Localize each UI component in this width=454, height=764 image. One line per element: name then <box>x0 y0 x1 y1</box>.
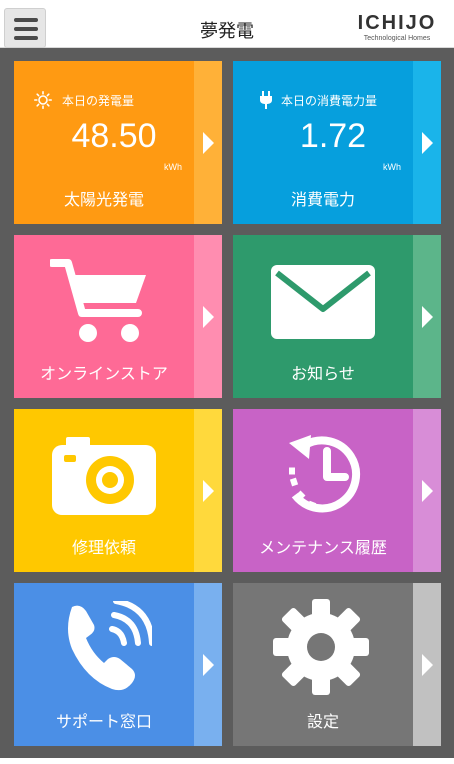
solar-strip <box>194 61 222 224</box>
repair-strip <box>194 409 222 572</box>
menu-icon <box>14 18 38 22</box>
plug-icon <box>260 91 272 109</box>
brand-name: ICHIJO <box>357 12 437 34</box>
solar-heading: 本日の発電量 <box>62 94 135 108</box>
solar-value: 48.50 <box>71 117 157 155</box>
app-header: 夢発電 ICHIJO Technological Homes <box>0 4 454 48</box>
chevron-right-icon <box>422 479 433 502</box>
tile-notifications[interactable]: お知らせ <box>233 235 441 398</box>
support-label: サポート窓口 <box>55 712 152 731</box>
consumption-label: 消費電力 <box>290 190 355 209</box>
tile-online-store[interactable]: オンラインストア <box>14 235 222 398</box>
news-label: お知らせ <box>291 364 355 383</box>
sun-icon <box>34 91 52 109</box>
consumption-unit: kWh <box>383 162 401 172</box>
solar-unit: kWh <box>164 162 182 172</box>
brand-tagline: Technological Homes <box>363 35 431 42</box>
mail-icon <box>271 265 375 339</box>
tile-power-consumption[interactable]: 本日の消費電力量 1.72 kWh 消費電力 <box>233 61 441 224</box>
cart-icon <box>50 259 146 342</box>
settings-label: 設定 <box>306 712 339 731</box>
history-label: メンテナンス履歴 <box>259 538 387 557</box>
settings-strip <box>413 583 441 746</box>
consumption-heading: 本日の消費電力量 <box>281 94 378 108</box>
consumption-strip <box>413 61 441 224</box>
tile-settings[interactable]: 設定 <box>233 583 441 746</box>
phone-icon <box>68 601 152 691</box>
camera-icon <box>52 437 156 515</box>
solar-label: 太陽光発電 <box>63 190 144 209</box>
chevron-right-icon <box>422 305 433 328</box>
support-strip <box>194 583 222 746</box>
consumption-value: 1.72 <box>299 117 367 155</box>
chevron-right-icon <box>203 131 214 154</box>
repair-label: 修理依頼 <box>71 538 136 557</box>
brand-logo: ICHIJO Technological Homes <box>352 12 442 43</box>
tile-maintenance-history[interactable]: メンテナンス履歴 <box>233 409 441 572</box>
chevron-right-icon <box>203 305 214 328</box>
tile-support-desk[interactable]: サポート窓口 <box>14 583 222 746</box>
tile-repair-request[interactable]: 修理依頼 <box>14 409 222 572</box>
tile-solar-power[interactable]: 本日の発電量 48.50 kWh 太陽光発電 <box>14 61 222 224</box>
chevron-right-icon <box>422 131 433 154</box>
news-strip <box>413 235 441 398</box>
store-strip <box>194 235 222 398</box>
chevron-right-icon <box>203 479 214 502</box>
gear-icon <box>273 599 369 695</box>
chevron-right-icon <box>203 653 214 676</box>
store-label: オンラインストア <box>40 364 168 383</box>
menu-button[interactable] <box>4 8 46 48</box>
chevron-right-icon <box>422 653 433 676</box>
history-icon <box>289 435 361 513</box>
history-strip <box>413 409 441 572</box>
